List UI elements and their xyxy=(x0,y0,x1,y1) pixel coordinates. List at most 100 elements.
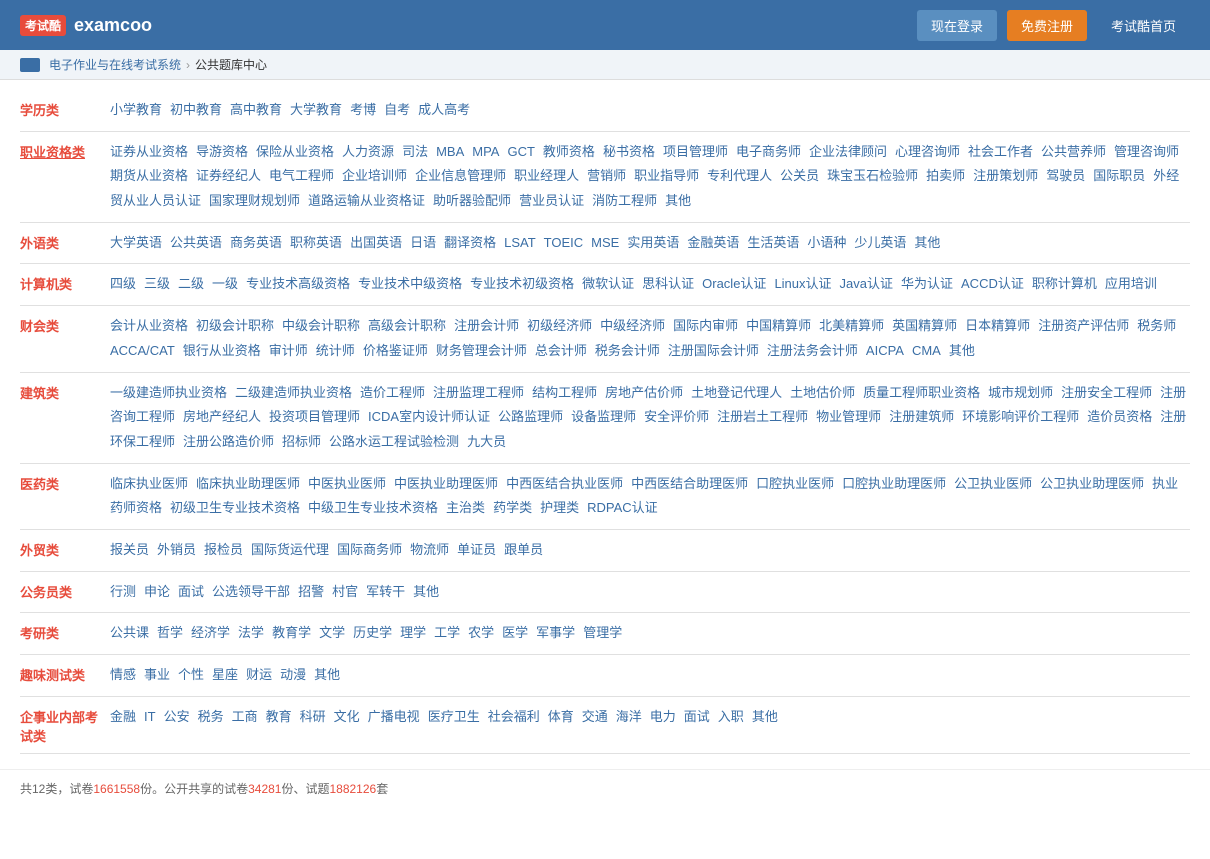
category-link[interactable]: 招警 xyxy=(298,584,324,599)
category-link[interactable]: 中级卫生专业技术资格 xyxy=(308,500,438,515)
category-link[interactable]: 国际商务师 xyxy=(337,542,402,557)
category-link[interactable]: 报检员 xyxy=(204,542,243,557)
category-link[interactable]: 翻译资格 xyxy=(444,235,496,250)
category-link[interactable]: 面试 xyxy=(684,709,710,724)
category-link[interactable]: 少儿英语 xyxy=(854,235,906,250)
category-link[interactable]: 其他 xyxy=(314,667,340,682)
category-link[interactable]: 专业技术初级资格 xyxy=(470,276,574,291)
category-link[interactable]: 专利代理人 xyxy=(707,168,772,183)
category-link[interactable]: 国际职员 xyxy=(1093,168,1145,183)
category-link[interactable]: 公关员 xyxy=(780,168,819,183)
category-link[interactable]: 注册法务会计师 xyxy=(767,343,858,358)
category-link[interactable]: 初中教育 xyxy=(170,102,222,117)
category-link[interactable]: 注册岩土工程师 xyxy=(717,409,808,424)
category-link[interactable]: 职业指导师 xyxy=(634,168,699,183)
category-link[interactable]: 公安 xyxy=(164,709,190,724)
category-link[interactable]: 工商 xyxy=(232,709,258,724)
category-link[interactable]: 工学 xyxy=(434,625,460,640)
category-link[interactable]: 星座 xyxy=(212,667,238,682)
register-button[interactable]: 免费注册 xyxy=(1007,10,1087,41)
category-link[interactable]: 证券经纪人 xyxy=(196,168,261,183)
category-link[interactable]: 其他 xyxy=(413,584,439,599)
category-link[interactable]: 期货从业资格 xyxy=(110,168,188,183)
category-link[interactable]: 军转干 xyxy=(366,584,405,599)
category-link[interactable]: 注册建筑师 xyxy=(889,409,954,424)
category-link[interactable]: 主治类 xyxy=(446,500,485,515)
category-link[interactable]: 中西医结合执业医师 xyxy=(506,476,623,491)
category-link[interactable]: 初级会计职称 xyxy=(196,318,274,333)
category-link[interactable]: 公路水运工程试验检测 xyxy=(329,434,459,449)
category-link[interactable]: 管理咨询师 xyxy=(1114,144,1179,159)
category-link[interactable]: 项目管理师 xyxy=(663,144,728,159)
category-link[interactable]: 管理学 xyxy=(583,625,622,640)
category-link[interactable]: MPA xyxy=(472,144,499,159)
category-link[interactable]: 中级经济师 xyxy=(600,318,665,333)
category-link[interactable]: 成人高考 xyxy=(418,102,470,117)
category-link[interactable]: 北美精算师 xyxy=(819,318,884,333)
category-link[interactable]: 小学教育 xyxy=(110,102,162,117)
category-link[interactable]: Oracle认证 xyxy=(702,276,766,291)
category-link[interactable]: 城市规划师 xyxy=(988,385,1053,400)
category-link[interactable]: 财运 xyxy=(246,667,272,682)
category-link[interactable]: 房地产经纪人 xyxy=(183,409,261,424)
category-link[interactable]: 公路监理师 xyxy=(498,409,563,424)
category-link[interactable]: 物业管理师 xyxy=(816,409,881,424)
category-link[interactable]: 注册会计师 xyxy=(454,318,519,333)
category-link[interactable]: 其他 xyxy=(665,193,691,208)
category-link[interactable]: 大学英语 xyxy=(110,235,162,250)
category-link[interactable]: 公共英语 xyxy=(170,235,222,250)
category-link[interactable]: 质量工程师职业资格 xyxy=(863,385,980,400)
category-link[interactable]: 实用英语 xyxy=(627,235,679,250)
category-link[interactable]: 广播电视 xyxy=(368,709,420,724)
category-link[interactable]: 安全评价师 xyxy=(644,409,709,424)
category-link[interactable]: 教育 xyxy=(266,709,292,724)
category-link[interactable]: 人力资源 xyxy=(342,144,394,159)
category-link[interactable]: 营销师 xyxy=(587,168,626,183)
category-link[interactable]: 体育 xyxy=(548,709,574,724)
category-link[interactable]: 证券从业资格 xyxy=(110,144,188,159)
category-link[interactable]: RDPAC认证 xyxy=(587,500,658,515)
category-link[interactable]: 军事学 xyxy=(536,625,575,640)
category-link[interactable]: 专业技术中级资格 xyxy=(358,276,462,291)
category-link[interactable]: 土地登记代理人 xyxy=(691,385,782,400)
category-link[interactable]: 电子商务师 xyxy=(736,144,801,159)
category-link[interactable]: 交通 xyxy=(582,709,608,724)
category-link[interactable]: 自考 xyxy=(384,102,410,117)
category-link[interactable]: 银行从业资格 xyxy=(183,343,261,358)
category-link[interactable]: 驾驶员 xyxy=(1046,168,1085,183)
category-link[interactable]: 审计师 xyxy=(269,343,308,358)
category-link[interactable]: 电力 xyxy=(650,709,676,724)
category-link[interactable]: 历史学 xyxy=(353,625,392,640)
category-link[interactable]: 九大员 xyxy=(467,434,506,449)
category-link[interactable]: 事业 xyxy=(144,667,170,682)
category-link[interactable]: 口腔执业医师 xyxy=(756,476,834,491)
category-link[interactable]: 国际货运代理 xyxy=(251,542,329,557)
category-link[interactable]: 药学类 xyxy=(493,500,532,515)
category-link[interactable]: Linux认证 xyxy=(774,276,831,291)
category-link[interactable]: 税务会计师 xyxy=(595,343,660,358)
category-link[interactable]: 个性 xyxy=(178,667,204,682)
category-link[interactable]: 社会福利 xyxy=(488,709,540,724)
category-link[interactable]: 一级建造师执业资格 xyxy=(110,385,227,400)
category-link[interactable]: 大学教育 xyxy=(290,102,342,117)
category-link[interactable]: 注册资产评估师 xyxy=(1038,318,1129,333)
category-link[interactable]: 注册策划师 xyxy=(973,168,1038,183)
category-link[interactable]: 初级经济师 xyxy=(527,318,592,333)
category-link[interactable]: 高级会计职称 xyxy=(368,318,446,333)
category-link[interactable]: 公共营养师 xyxy=(1041,144,1106,159)
category-link[interactable]: 文学 xyxy=(319,625,345,640)
category-link[interactable]: 专业技术高级资格 xyxy=(246,276,350,291)
category-link[interactable]: 医学 xyxy=(502,625,528,640)
category-link[interactable]: 司法 xyxy=(402,144,428,159)
category-link[interactable]: MSE xyxy=(591,235,619,250)
category-link[interactable]: 华为认证 xyxy=(901,276,953,291)
category-link[interactable]: 注册公路造价师 xyxy=(183,434,274,449)
category-link[interactable]: AICPA xyxy=(866,343,904,358)
category-link[interactable]: 单证员 xyxy=(457,542,496,557)
category-link[interactable]: 注册监理工程师 xyxy=(433,385,524,400)
category-link[interactable]: 招标师 xyxy=(282,434,321,449)
category-link[interactable]: 注册安全工程师 xyxy=(1061,385,1152,400)
footer-total-count[interactable]: 1661558 xyxy=(93,782,140,796)
category-link[interactable]: 统计师 xyxy=(316,343,355,358)
login-button[interactable]: 现在登录 xyxy=(917,10,997,41)
